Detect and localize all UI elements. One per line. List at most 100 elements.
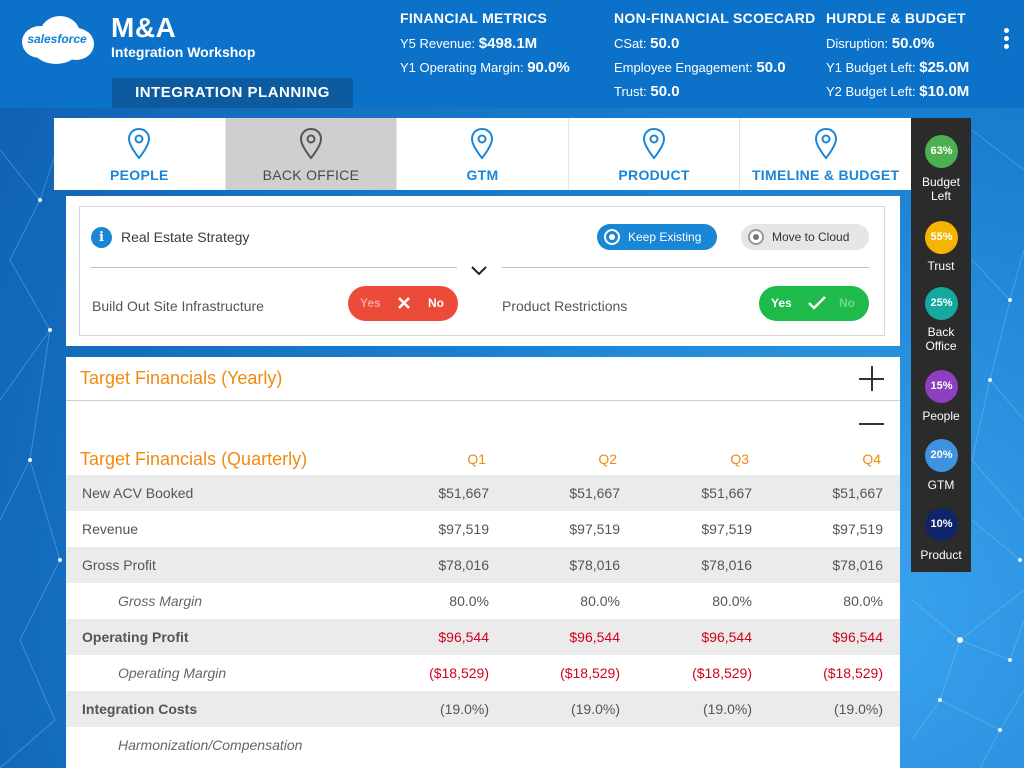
keep-existing-radio[interactable]: Keep Existing: [597, 224, 717, 250]
cell-value: (19.0%): [702, 701, 752, 717]
cell-value: $51,667: [569, 485, 620, 501]
product-restrictions-toggle[interactable]: Yes No: [759, 286, 869, 321]
section-badge: INTEGRATION PLANNING: [112, 78, 353, 108]
location-pin-icon: [814, 128, 837, 160]
table-row: Operating Profit $96,544 $96,544 $96,544 $96…: [66, 619, 900, 655]
location-pin-icon: [471, 128, 494, 160]
table-row: Harmonization/Compensation: [66, 727, 900, 763]
row-label: Integration Costs: [82, 701, 198, 717]
hurdle-heading: HURDLE & BUDGET: [826, 10, 966, 26]
progress-circle: 15%: [925, 370, 958, 403]
cell-value: (19.0%): [570, 701, 620, 717]
cell-value: $96,544: [569, 629, 620, 645]
location-pin-icon: [643, 128, 666, 160]
cell-value: $96,544: [701, 629, 752, 645]
quarter-header: Q1: [467, 451, 486, 467]
table-row: Integration Costs (19.0%) (19.0%) (19.0%) (1…: [66, 691, 900, 727]
tab-people[interactable]: PEOPLE: [54, 118, 226, 190]
cell-value: $96,544: [832, 629, 883, 645]
collapse-minus-icon[interactable]: [859, 411, 884, 436]
tab-label: GTM: [466, 167, 499, 183]
quarter-header: Q4: [862, 451, 881, 467]
cell-value: 80.0%: [449, 593, 489, 609]
cell-value: ($18,529): [560, 665, 620, 681]
cell-value: $97,519: [438, 521, 489, 537]
cell-value: $78,016: [438, 557, 489, 573]
radio-selected-icon: [604, 229, 620, 245]
tab-back-office[interactable]: BACK OFFICE: [225, 118, 398, 190]
move-to-cloud-radio[interactable]: Move to Cloud: [741, 224, 869, 250]
location-pin-icon: [128, 128, 151, 160]
metric-row: CSat: 50.0: [614, 35, 680, 52]
salesforce-logo: salesforce: [18, 14, 96, 66]
progress-circle: 10%: [925, 508, 958, 541]
cell-value: 80.0%: [580, 593, 620, 609]
radio-unselected-icon: [748, 229, 764, 245]
cell-value: $78,016: [701, 557, 752, 573]
expand-plus-icon[interactable]: [859, 366, 884, 391]
tab-label: PEOPLE: [110, 167, 169, 183]
cell-value: (19.0%): [833, 701, 883, 717]
cell-value: $51,667: [701, 485, 752, 501]
info-icon[interactable]: i: [91, 227, 112, 248]
cell-value: $78,016: [569, 557, 620, 573]
table-row: Gross Margin 80.0% 80.0% 80.0% 80.0%: [66, 583, 900, 619]
chevron-down-icon[interactable]: [470, 262, 488, 280]
cell-value: $97,519: [569, 521, 620, 537]
quarter-header: Q2: [598, 451, 617, 467]
tab-label: BACK OFFICE: [262, 167, 360, 183]
row-label: Gross Profit: [82, 557, 156, 573]
metric-row: Employee Engagement: 50.0: [614, 59, 786, 76]
tab-gtm[interactable]: GTM: [397, 118, 569, 190]
metric-row: Trust: 50.0: [614, 83, 680, 100]
metric-row: Y5 Revenue: $498.1M: [400, 35, 538, 52]
progress-label: Back Office: [925, 325, 957, 353]
progress-label: Trust: [927, 259, 955, 273]
strategy-title: Real Estate Strategy: [121, 229, 250, 245]
tab-label: TIMELINE & BUDGET: [751, 167, 900, 183]
cell-value: ($18,529): [692, 665, 752, 681]
hurdle-budget: HURDLE & BUDGET Disruption: 50.0% Y1 Bud…: [826, 10, 969, 104]
cell-value: $97,519: [701, 521, 752, 537]
location-pin-icon: [299, 128, 322, 160]
nonfinancial-scorecard: NON-FINANCIAL SCOECARD CSat: 50.0 Employ…: [614, 10, 816, 104]
cell-value: 80.0%: [843, 593, 883, 609]
tab-product[interactable]: PRODUCT: [569, 118, 741, 190]
check-icon: [808, 296, 826, 310]
table-row: New ACV Booked $51,667 $51,667 $51,667 $51,6…: [66, 475, 900, 511]
progress-label: People: [922, 409, 960, 423]
quarterly-title: Target Financials (Quarterly): [80, 449, 308, 469]
cell-value: $51,667: [832, 485, 883, 501]
build-site-toggle[interactable]: Yes No: [348, 286, 458, 321]
cell-value: 80.0%: [712, 593, 752, 609]
table-row: Gross Profit $78,016 $78,016 $78,016 $78,016: [66, 547, 900, 583]
metric-row: Y1 Operating Margin: 90.0%: [400, 59, 570, 76]
cell-value: ($18,529): [429, 665, 489, 681]
progress-circle: 63%: [925, 135, 958, 168]
progress-label: Product: [920, 548, 962, 562]
divider-right: [502, 267, 869, 268]
cell-value: $97,519: [832, 521, 883, 537]
app-title: M&A: [111, 12, 177, 43]
app-subtitle: Integration Workshop: [111, 44, 256, 60]
more-menu-icon[interactable]: [1004, 28, 1010, 52]
row-label: Revenue: [82, 521, 139, 537]
table-row: Revenue $97,519 $97,519 $97,519 $97,519: [66, 511, 900, 547]
progress-circle: 20%: [925, 439, 958, 472]
progress-circle: 55%: [925, 221, 958, 254]
progress-label: GTM: [927, 478, 955, 492]
row-label: Gross Margin: [118, 593, 203, 609]
metric-row: Y1 Budget Left: $25.0M: [826, 59, 970, 76]
close-icon: [398, 297, 410, 309]
financial-metrics: FINANCIAL METRICS Y5 Revenue: $498.1M Y1…: [400, 10, 570, 80]
quarter-header: Q3: [730, 451, 749, 467]
cell-value: $78,016: [832, 557, 883, 573]
table-row: Operating Margin ($18,529) ($18,529) ($18,5…: [66, 655, 900, 691]
row-label: New ACV Booked: [82, 485, 194, 501]
yearly-title: Target Financials (Yearly): [80, 368, 283, 388]
nonfinancial-heading: NON-FINANCIAL SCOECARD: [614, 10, 816, 26]
row-label: Harmonization/Compensation: [118, 737, 303, 753]
tab-bar: PEOPLE BACK OFFICE GTM PRODUCT TIMELINE …: [54, 118, 911, 190]
tab-timeline-budget[interactable]: TIMELINE & BUDGET: [740, 118, 911, 190]
cell-value: $96,544: [438, 629, 489, 645]
